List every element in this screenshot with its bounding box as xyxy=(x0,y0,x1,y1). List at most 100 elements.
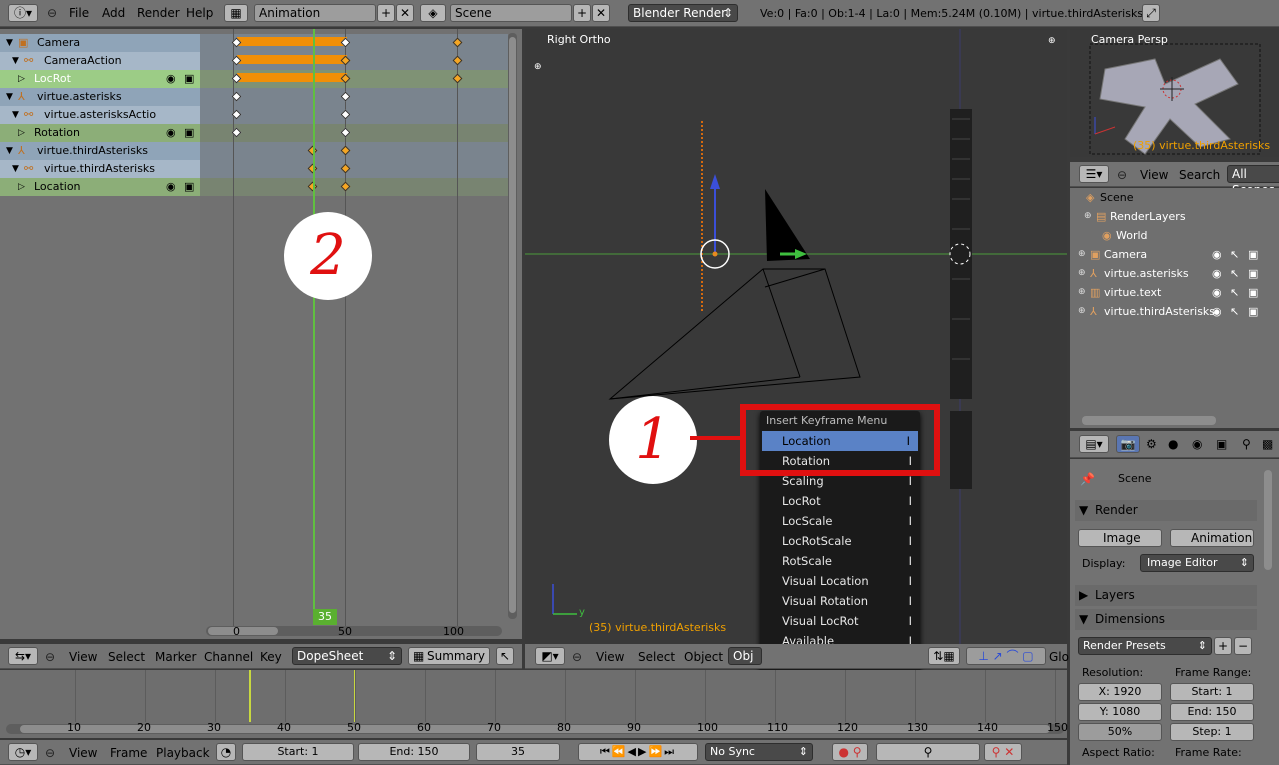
menu-item[interactable]: Visual LocRot I xyxy=(760,611,920,631)
menu-marker[interactable]: Marker xyxy=(155,650,196,664)
menu-help[interactable]: Help xyxy=(186,6,213,20)
add-screen-icon[interactable]: + xyxy=(377,4,395,22)
timeline-frame-field[interactable]: 35 xyxy=(476,743,560,761)
select-arrow-icon[interactable]: ↖ xyxy=(1230,283,1239,302)
playback-controls[interactable]: ⏮⏪◀▶⏩⏭ xyxy=(578,743,698,761)
timeline-editor-icon[interactable]: ◷▾ xyxy=(8,743,38,761)
menu-item[interactable]: LocRot I xyxy=(760,491,920,511)
editor-type-button[interactable]: ⓘ▾ xyxy=(8,4,38,22)
render-animation-button[interactable]: Animation xyxy=(1170,529,1254,547)
expand-icon[interactable]: ▼ xyxy=(6,88,13,106)
menu-channel[interactable]: Channel xyxy=(204,650,253,664)
manipulator-icons[interactable]: ⊥ ↗ ⌒ ▢ xyxy=(966,647,1046,665)
menu-view[interactable]: View xyxy=(69,746,97,760)
screen-layout-icon[interactable]: ▦ xyxy=(224,4,248,22)
lock-icon[interactable]: ▣ xyxy=(184,178,194,196)
render-camera-icon[interactable]: ▣ xyxy=(1248,283,1258,302)
remove-screen-icon[interactable]: ✕ xyxy=(396,4,414,22)
layers-tab-icon[interactable]: ⚙ xyxy=(1146,437,1157,451)
remove-scene-icon[interactable]: ✕ xyxy=(592,4,610,22)
outliner-row[interactable]: ⊕ ▥ virtue.text ◉ ↖ ▣ xyxy=(1072,283,1279,302)
scene-tab-icon[interactable]: ● xyxy=(1168,437,1178,451)
menu-item[interactable]: LocScale I xyxy=(760,511,920,531)
preview-range-icon[interactable]: ◔ xyxy=(216,743,236,761)
sync-select[interactable]: No Sync ⇕ xyxy=(705,743,813,761)
properties-editor-icon[interactable]: ▤▾ xyxy=(1079,435,1109,453)
expand-icon[interactable]: ▼ xyxy=(6,142,13,160)
collapse-icon[interactable]: ⊖ xyxy=(45,650,55,664)
dopesheet-mode-select[interactable]: DopeSheet ⇕ xyxy=(292,647,402,665)
outliner-row[interactable]: ◈ Scene xyxy=(1072,188,1279,207)
channel-row[interactable]: ▷ LocRot ◉ ▣ xyxy=(0,70,200,88)
channel-row[interactable]: ▼ ⅄ virtue.asterisks xyxy=(0,88,200,106)
timeline-end-field[interactable]: End: 150 xyxy=(358,743,470,761)
viewport-editor-icon[interactable]: ◩▾ xyxy=(535,647,565,665)
expand-icon[interactable]: ⊕ xyxy=(1078,283,1086,302)
resolution-y-field[interactable]: Y: 1080 xyxy=(1078,703,1162,721)
outliner-row[interactable]: ⊕ ▤ RenderLayers xyxy=(1072,207,1279,226)
pin-icon[interactable]: 📌 xyxy=(1080,472,1095,486)
menu-item[interactable]: Visual Location I xyxy=(760,571,920,591)
outliner-editor-icon[interactable]: ☰▾ xyxy=(1079,165,1109,183)
select-arrow-icon[interactable]: ↖ xyxy=(1230,264,1239,283)
remove-preset-icon[interactable]: − xyxy=(1234,637,1252,655)
resolution-x-field[interactable]: X: 1920 xyxy=(1078,683,1162,701)
render-presets-select[interactable]: Render Presets ⇕ xyxy=(1078,637,1212,655)
transform-orientation[interactable]: Glo xyxy=(1049,650,1069,664)
select-arrow-icon[interactable]: ↖ xyxy=(1230,302,1239,321)
channel-row[interactable]: ▷ Rotation ◉ ▣ xyxy=(0,124,200,142)
display-mode-select[interactable]: All Scenes xyxy=(1227,165,1279,197)
timeline-start-field[interactable]: Start: 1 xyxy=(242,743,354,761)
outliner-row[interactable]: ⊕ ⅄ virtue.asterisks ◉ ↖ ▣ xyxy=(1072,264,1279,283)
frame-start-field[interactable]: Start: 1 xyxy=(1170,683,1254,701)
channel-row[interactable]: ▷ Location ◉ ▣ xyxy=(0,178,200,196)
timeline-current-frame[interactable] xyxy=(249,670,251,722)
constraint-tab-icon[interactable]: ⚲ xyxy=(1242,437,1251,451)
expand-icon[interactable]: ⊕ xyxy=(1078,302,1086,321)
visibility-eye-icon[interactable]: ◉ xyxy=(1212,264,1222,283)
menu-search[interactable]: Search xyxy=(1179,168,1220,182)
summary-toggle[interactable]: ▦ Summary xyxy=(408,647,490,665)
visibility-eye-icon[interactable]: ◉ xyxy=(166,124,176,142)
dopesheet-editor-icon[interactable]: ⇆▾ xyxy=(8,647,38,665)
channel-row[interactable]: ▼ ⚯ virtue.thirdAsterisks xyxy=(0,160,200,178)
expand-icon[interactable]: ▼ xyxy=(12,106,19,124)
expand-icon[interactable]: ▼ xyxy=(12,52,19,70)
menu-view[interactable]: View xyxy=(596,650,624,664)
outliner-row[interactable]: ◉ World xyxy=(1072,226,1279,245)
menu-item[interactable]: Visual Rotation I xyxy=(760,591,920,611)
visibility-eye-icon[interactable]: ◉ xyxy=(1212,245,1222,264)
channel-row[interactable]: ▼ ⅄ virtue.thirdAsterisks xyxy=(0,142,200,160)
menu-select[interactable]: Select xyxy=(108,650,145,664)
menu-object[interactable]: Object xyxy=(684,650,723,664)
dimensions-panel-header[interactable]: ▼ Dimensions xyxy=(1075,609,1257,630)
cursor-icon[interactable]: ↖ xyxy=(496,647,514,665)
scene-name-field[interactable]: Scene xyxy=(450,4,572,22)
vertical-scrollbar[interactable] xyxy=(508,33,517,619)
world-tab-icon[interactable]: ◉ xyxy=(1192,437,1202,451)
menu-frame[interactable]: Frame xyxy=(110,746,147,760)
properties-scrollbar[interactable] xyxy=(1264,470,1272,570)
menu-add[interactable]: Add xyxy=(102,6,125,20)
object-tab-icon[interactable]: ▣ xyxy=(1216,437,1227,451)
visibility-eye-icon[interactable]: ◉ xyxy=(1212,283,1222,302)
menu-render[interactable]: Render xyxy=(137,6,180,20)
mode-select[interactable]: Obj xyxy=(728,647,762,665)
resolution-percent-field[interactable]: 50% xyxy=(1078,723,1162,741)
lock-icon[interactable]: ▣ xyxy=(184,70,194,88)
menu-select[interactable]: Select xyxy=(638,650,675,664)
render-engine-select[interactable]: Blender Render ⇕ xyxy=(628,4,738,22)
texture-tab-icon[interactable]: ▩ xyxy=(1262,437,1273,451)
scene-icon[interactable]: ◈ xyxy=(420,4,446,22)
outliner-row[interactable]: ⊕ ⅄ virtue.thirdAsterisks ◉ ↖ ▣ xyxy=(1072,302,1279,321)
outliner-scrollbar[interactable] xyxy=(1082,416,1216,425)
keyframe-insert-icon[interactable]: ⚲ ✕ xyxy=(984,743,1022,761)
record-icon[interactable]: ● ⚲ xyxy=(832,743,868,761)
expand-icon[interactable]: ⊕ xyxy=(1078,245,1086,264)
screen-name-field[interactable]: Animation xyxy=(254,4,376,22)
menu-view[interactable]: View xyxy=(69,650,97,664)
menu-playback[interactable]: Playback xyxy=(156,746,210,760)
collapse-icon[interactable]: ⊖ xyxy=(45,746,55,760)
menu-view[interactable]: View xyxy=(1140,168,1168,182)
add-preset-icon[interactable]: + xyxy=(1214,637,1232,655)
